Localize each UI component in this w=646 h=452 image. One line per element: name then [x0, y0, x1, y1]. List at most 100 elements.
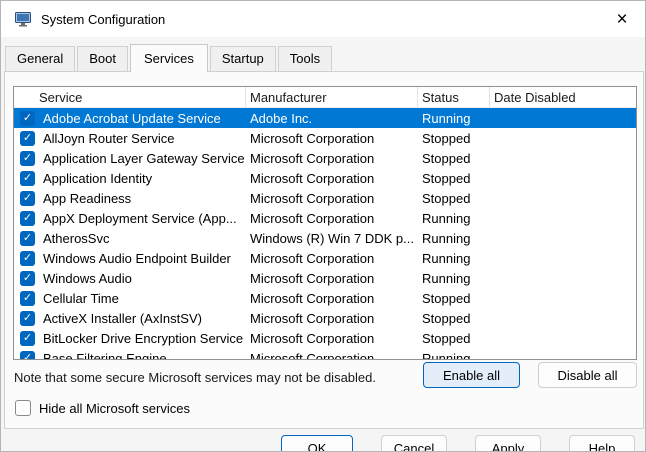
service-status: Running — [418, 231, 490, 246]
table-row[interactable]: ✓Windows Audio Endpoint BuilderMicrosoft… — [14, 248, 636, 268]
service-checkbox[interactable]: ✓ — [20, 331, 35, 346]
hide-microsoft-services-row[interactable]: Hide all Microsoft services — [15, 400, 190, 416]
cancel-button[interactable]: Cancel — [381, 435, 447, 452]
service-status: Stopped — [418, 191, 490, 206]
column-header-status[interactable]: Status — [418, 87, 490, 107]
dialog-button-bar: OK Cancel Apply Help — [1, 429, 645, 452]
checkbox-cell: ✓ — [14, 171, 39, 186]
service-name: Application Layer Gateway Service — [39, 151, 246, 166]
service-status: Stopped — [418, 171, 490, 186]
checkbox-cell: ✓ — [14, 271, 39, 286]
enable-all-button[interactable]: Enable all — [423, 362, 520, 388]
table-row[interactable]: ✓ Application Layer Gateway ServiceMicros… — [14, 148, 636, 168]
service-manufacturer: Microsoft Corporation — [246, 211, 418, 226]
service-name: ActiveX Installer (AxInstSV) — [39, 311, 246, 326]
service-name: AtherosSvc — [39, 231, 246, 246]
table-row[interactable]: ✓Base Filtering EngineMicrosoft Corporat… — [14, 348, 636, 360]
service-checkbox[interactable]: ✓ — [20, 151, 35, 166]
checkbox-cell: ✓ — [14, 311, 39, 326]
service-checkbox[interactable]: ✓ — [20, 251, 35, 266]
service-manufacturer: Microsoft Corporation — [246, 351, 418, 361]
service-manufacturer: Microsoft Corporation — [246, 191, 418, 206]
table-row[interactable]: ✓ Windows AudioMicrosoft CorporationRunni… — [14, 268, 636, 288]
hide-microsoft-services-label: Hide all Microsoft services — [39, 401, 190, 416]
service-checkbox[interactable]: ✓ — [20, 351, 35, 361]
service-checkbox[interactable]: ✓ — [20, 271, 35, 286]
service-checkbox[interactable]: ✓ — [20, 211, 35, 226]
checkbox-cell: ✓ — [14, 331, 39, 346]
service-checkbox[interactable]: ✓ — [20, 191, 35, 206]
service-name: Windows Audio — [39, 271, 246, 286]
help-button[interactable]: Help — [569, 435, 635, 452]
service-checkbox[interactable]: ✓ — [20, 311, 35, 326]
service-name: BitLocker Drive Encryption Service — [39, 331, 246, 346]
service-status: Running — [418, 271, 490, 286]
tab-boot[interactable]: Boot — [77, 46, 128, 71]
service-name: AllJoyn Router Service — [39, 131, 246, 146]
checkbox-cell: ✓ — [14, 111, 39, 126]
service-manufacturer: Microsoft Corporation — [246, 291, 418, 306]
checkbox-cell: ✓ — [14, 351, 39, 361]
service-checkbox[interactable]: ✓ — [20, 231, 35, 246]
table-row[interactable]: ✓ AllJoyn Router ServiceMicrosoft Corpora… — [14, 128, 636, 148]
tab-services[interactable]: Services — [130, 44, 208, 72]
system-configuration-window: System Configuration × General Boot Serv… — [0, 0, 646, 452]
service-status: Stopped — [418, 151, 490, 166]
service-manufacturer: Windows (R) Win 7 DDK p... — [246, 231, 418, 246]
service-name: AppX Deployment Service (App... — [39, 211, 246, 226]
service-manufacturer: Microsoft Corporation — [246, 131, 418, 146]
service-status: Running — [418, 351, 490, 361]
column-header-service[interactable]: Service — [14, 87, 246, 107]
checkbox-cell: ✓ — [14, 291, 39, 306]
tab-tools[interactable]: Tools — [278, 46, 332, 71]
services-list[interactable]: Service Manufacturer Status Date Disable… — [13, 86, 637, 360]
table-row[interactable]: ✓ Application IdentityMicrosoft Corporati… — [14, 168, 636, 188]
service-status: Running — [418, 111, 490, 126]
tab-general[interactable]: General — [5, 46, 75, 71]
service-status: Running — [418, 251, 490, 266]
service-manufacturer: Microsoft Corporation — [246, 151, 418, 166]
service-status: Stopped — [418, 311, 490, 326]
disable-all-button[interactable]: Disable all — [538, 362, 637, 388]
service-manufacturer: Microsoft Corporation — [246, 171, 418, 186]
checkbox-cell: ✓ — [14, 231, 39, 246]
tab-startup[interactable]: Startup — [210, 46, 276, 71]
service-rows: ✓Adobe Acrobat Update ServiceAdobe Inc.R… — [14, 108, 636, 360]
table-row[interactable]: ✓ AppX Deployment Service (App...Microsof… — [14, 208, 636, 228]
tab-strip: General Boot Services Startup Tools — [5, 46, 334, 71]
service-checkbox[interactable]: ✓ — [20, 291, 35, 306]
service-manufacturer: Microsoft Corporation — [246, 271, 418, 286]
service-checkbox[interactable]: ✓ — [20, 131, 35, 146]
service-name: Cellular Time — [39, 291, 246, 306]
table-row[interactable]: ✓ ActiveX Installer (AxInstSV)Microsoft C… — [14, 308, 636, 328]
checkbox-cell: ✓ — [14, 191, 39, 206]
column-header-date-disabled[interactable]: Date Disabled — [490, 87, 588, 107]
table-row[interactable]: ✓ AtherosSvcWindows (R) Win 7 DDK p...Run… — [14, 228, 636, 248]
service-name: App Readiness — [39, 191, 246, 206]
window-title: System Configuration — [41, 12, 165, 27]
title-bar: System Configuration × — [1, 1, 645, 37]
table-row[interactable]: ✓ App ReadinessMicrosoft CorporationStopp… — [14, 188, 636, 208]
service-checkbox[interactable]: ✓ — [20, 171, 35, 186]
service-name: Application Identity — [39, 171, 246, 186]
table-row[interactable]: ✓ BitLocker Drive Encryption ServiceMicro… — [14, 328, 636, 348]
app-icon — [15, 11, 31, 27]
services-tab-page: Service Manufacturer Status Date Disable… — [4, 71, 644, 429]
list-header: Service Manufacturer Status Date Disable… — [14, 87, 636, 108]
service-name: Windows Audio Endpoint Builder — [39, 251, 246, 266]
service-status: Stopped — [418, 131, 490, 146]
close-icon[interactable]: × — [599, 1, 645, 37]
ok-button[interactable]: OK — [281, 435, 353, 452]
service-manufacturer: Microsoft Corporation — [246, 311, 418, 326]
hide-microsoft-services-checkbox[interactable] — [15, 400, 31, 416]
service-checkbox[interactable]: ✓ — [20, 111, 35, 126]
service-manufacturer: Microsoft Corporation — [246, 331, 418, 346]
column-header-filler — [588, 87, 636, 107]
service-status: Stopped — [418, 291, 490, 306]
apply-button[interactable]: Apply — [475, 435, 541, 452]
column-header-manufacturer[interactable]: Manufacturer — [246, 87, 418, 107]
table-row[interactable]: ✓Adobe Acrobat Update ServiceAdobe Inc.R… — [14, 108, 636, 128]
table-row[interactable]: ✓ Cellular TimeMicrosoft CorporationStopp… — [14, 288, 636, 308]
checkbox-cell: ✓ — [14, 131, 39, 146]
services-note: Note that some secure Microsoft services… — [14, 370, 376, 385]
